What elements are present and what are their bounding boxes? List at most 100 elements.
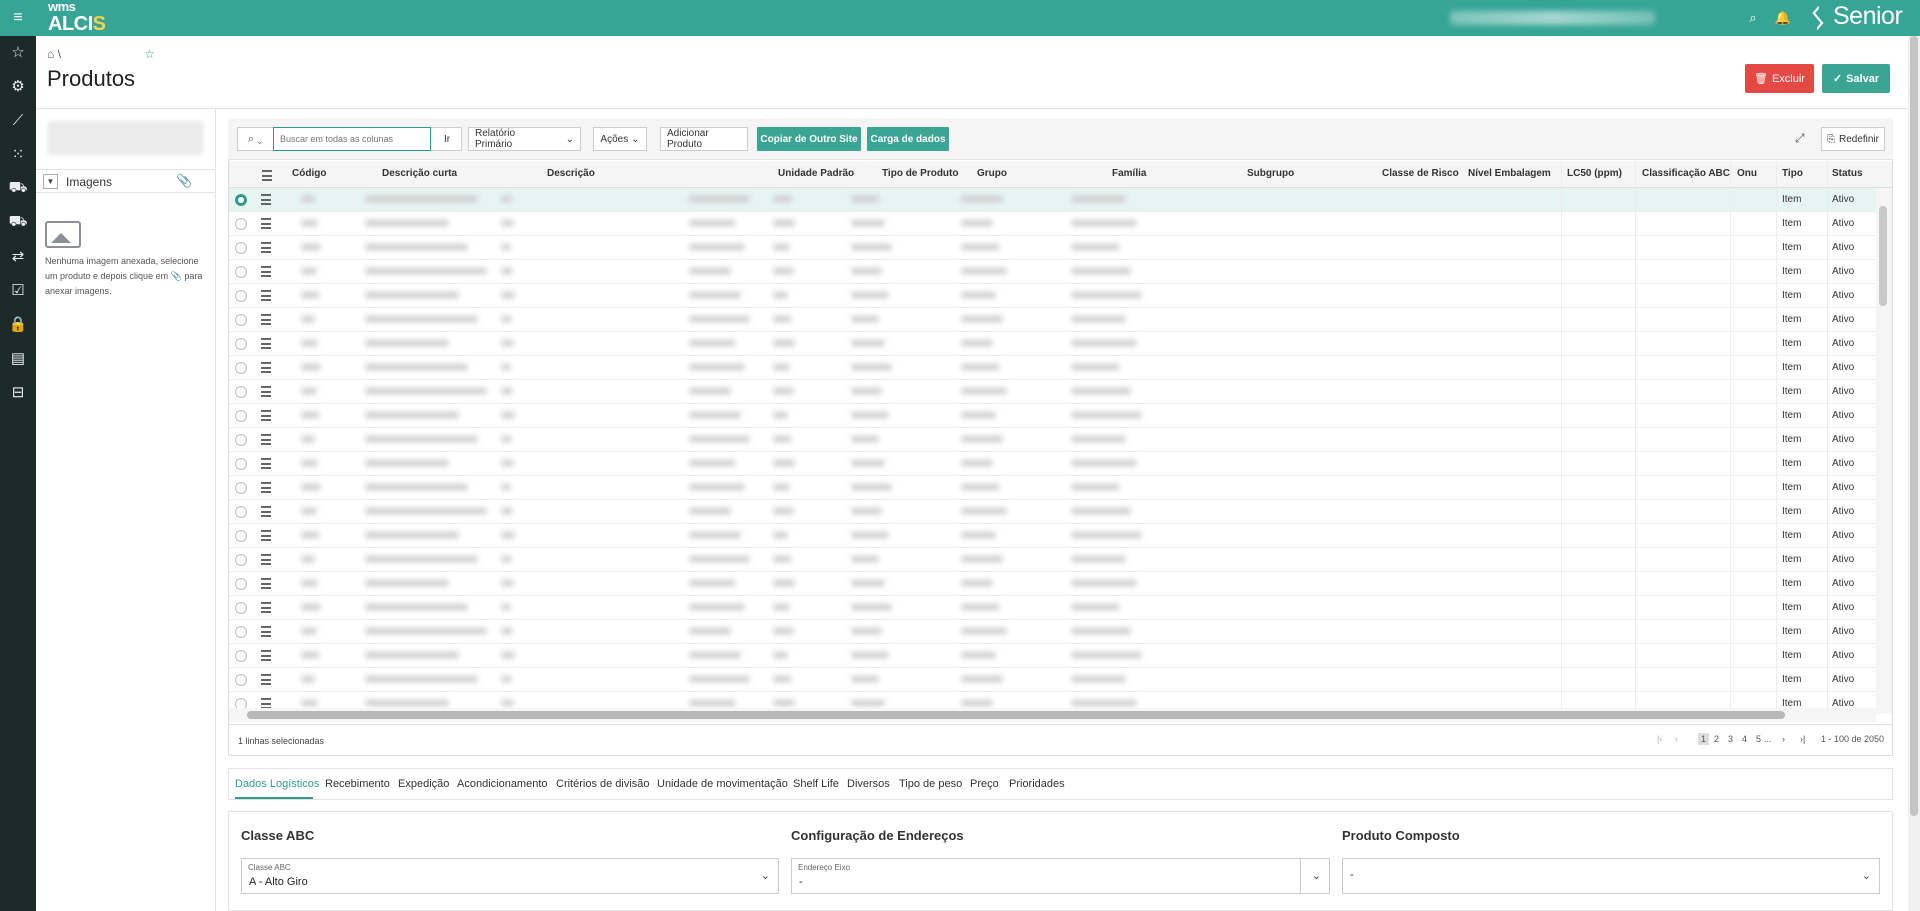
gear-icon[interactable]: ⚙ [6,74,30,98]
row-menu-icon[interactable] [261,482,271,493]
table-row[interactable]: Item Ativo [229,356,1876,380]
column-header[interactable]: Classe de Risco [1382,168,1459,179]
table-row[interactable]: Item Ativo [229,404,1876,428]
tab-preco[interactable]: Preço [970,778,999,790]
table-row[interactable]: Item Ativo [229,572,1876,596]
lock-icon[interactable]: 🔒 [6,312,30,336]
column-header[interactable]: LC50 (ppm) [1567,168,1622,179]
go-button[interactable]: Ir [434,128,460,150]
table-row[interactable]: Item Ativo [229,596,1876,620]
table-row[interactable]: Item Ativo [229,500,1876,524]
collapse-toggle-icon[interactable]: ▼ [43,174,58,189]
last-page-icon[interactable]: ›| [1800,734,1805,744]
row-select-radio[interactable] [235,602,247,614]
table-row[interactable]: Item Ativo [229,620,1876,644]
row-select-radio[interactable] [235,530,247,542]
row-select-radio[interactable] [235,314,247,326]
app-logo[interactable]: wms ALCIS [48,0,106,35]
row-menu-icon[interactable] [261,578,271,589]
checklist-icon[interactable]: ☑ [6,278,30,302]
tab-shelf-life[interactable]: Shelf Life [793,778,839,790]
row-menu-icon[interactable] [261,506,271,517]
scroll-thumb[interactable] [1879,206,1887,306]
grid-horizontal-scrollbar[interactable] [229,708,1876,722]
table-row[interactable]: Item Ativo [229,452,1876,476]
actions-menu[interactable]: Ações ⌄ [593,127,647,151]
row-select-radio[interactable] [235,578,247,590]
paperclip-icon[interactable]: 📎 [176,173,192,189]
row-select-radio[interactable] [235,554,247,566]
data-load-button[interactable]: Carga de dados [867,127,949,151]
column-header[interactable]: Status [1832,168,1863,179]
tab-dados-logisticos[interactable]: Dados Logísticos [235,778,319,790]
home-icon[interactable]: ⌂ [47,47,54,61]
column-header[interactable]: Tipo de Produto [882,168,958,179]
row-menu-icon[interactable] [261,410,271,421]
page-3[interactable]: 3 [1728,734,1733,744]
save-button[interactable]: ✓ Salvar [1822,64,1890,93]
delete-button[interactable]: 🗑 Excluir [1745,64,1814,93]
row-select-radio[interactable] [235,218,247,230]
row-menu-icon[interactable] [261,674,271,685]
row-select-radio[interactable] [235,674,247,686]
page-scroll-thumb[interactable] [1910,36,1918,816]
table-row[interactable]: Item Ativo [229,308,1876,332]
expand-icon[interactable]: ⤢ [1795,131,1805,146]
table-row[interactable]: Item Ativo [229,236,1876,260]
produto-composto-select[interactable]: - ⌄ [1342,858,1880,894]
column-header[interactable]: Nível Embalagem [1468,168,1551,179]
scroll-thumb[interactable] [247,711,1785,719]
tab-expedicao[interactable]: Expedição [398,778,449,790]
table-row[interactable]: Item Ativo [229,476,1876,500]
table-row[interactable]: Item Ativo [229,260,1876,284]
column-header[interactable]: Tipo [1782,168,1803,179]
chart-line-icon[interactable]: ⟋ [6,108,30,132]
transfer-icon[interactable]: ⇄ [6,244,30,268]
row-select-radio[interactable] [235,266,247,278]
search-column-dropdown-icon[interactable]: ⌕ ⌄ [238,128,272,150]
menu-icon[interactable]: ≡ [9,9,27,27]
bell-icon[interactable]: 🔔 [1774,9,1792,27]
page-5[interactable]: 5 [1756,734,1761,744]
table-row[interactable]: Item Ativo [229,284,1876,308]
copy-from-site-button[interactable]: Copiar de Outro Site [757,127,861,151]
apps-grid-icon[interactable]: ⁙ [6,142,30,166]
row-menu-icon[interactable] [261,362,271,373]
column-header[interactable]: Grupo [977,168,1007,179]
tab-recebimento[interactable]: Recebimento [325,778,390,790]
header-menu-icon[interactable] [262,170,272,181]
page-scrollbar[interactable] [1908,36,1920,911]
column-header[interactable]: Unidade Padrão [778,168,854,179]
row-menu-icon[interactable] [261,194,271,205]
tab-prioridades[interactable]: Prioridades [1009,778,1065,790]
row-select-radio[interactable] [235,482,247,494]
row-menu-icon[interactable] [261,218,271,229]
row-select-radio[interactable] [235,458,247,470]
table-row[interactable]: Item Ativo [229,188,1876,212]
row-select-radio[interactable] [235,626,247,638]
row-menu-icon[interactable] [261,290,271,301]
row-menu-icon[interactable] [261,266,271,277]
table-row[interactable]: Item Ativo [229,668,1876,692]
column-header[interactable]: Código [292,168,326,179]
page-4[interactable]: 4 [1742,734,1747,744]
table-row[interactable]: Item Ativo [229,332,1876,356]
row-select-radio[interactable] [235,506,247,518]
column-header[interactable]: Descrição [547,168,595,179]
row-menu-icon[interactable] [261,386,271,397]
table-row[interactable]: Item Ativo [229,524,1876,548]
column-header[interactable]: Descrição curta [382,168,457,179]
table-row[interactable]: Item Ativo [229,428,1876,452]
row-select-radio[interactable] [235,650,247,662]
row-menu-icon[interactable] [261,314,271,325]
add-product-button[interactable]: Adicionar Produto [660,127,748,151]
table-row[interactable]: Item Ativo [229,380,1876,404]
toolbox-icon[interactable]: ⊟ [6,380,30,404]
table-row[interactable]: Item Ativo [229,212,1876,236]
truck-load-icon[interactable]: ⛟ [6,210,30,234]
row-select-radio[interactable] [235,338,247,350]
endereco-eixo-select[interactable]: Endereço Eixo - [791,858,1301,894]
favorite-star-icon[interactable]: ☆ [144,47,155,61]
row-select-radio[interactable] [235,194,247,206]
page-1[interactable]: 1 [1698,733,1710,745]
